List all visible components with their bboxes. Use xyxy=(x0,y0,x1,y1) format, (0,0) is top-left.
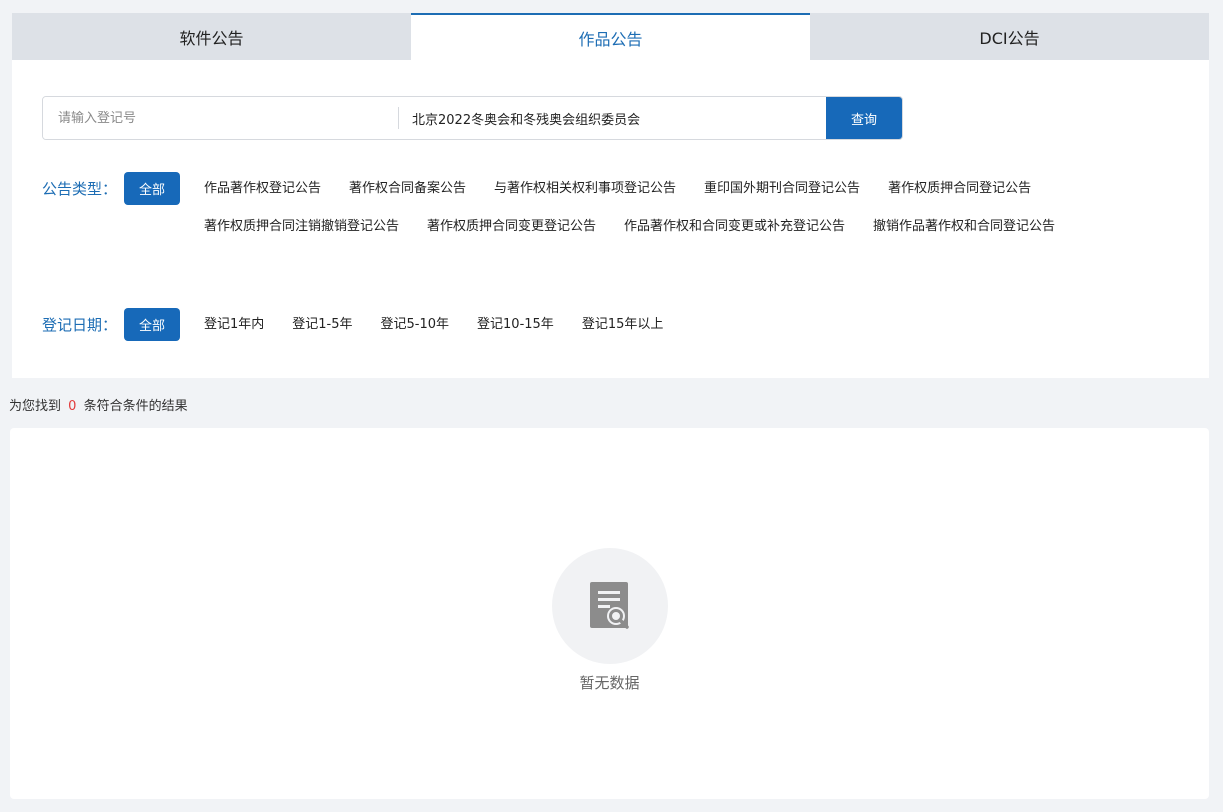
date-option-5-10y[interactable]: 登记5-10年 xyxy=(367,308,464,342)
date-option-1y[interactable]: 登记1年内 xyxy=(190,308,278,342)
search-button[interactable]: 查询 xyxy=(826,97,902,139)
announcement-type-options: 作品著作权登记公告 著作权合同备案公告 与著作权相关权利事项登记公告 重印国外期… xyxy=(190,172,1090,248)
result-prefix: 为您找到 xyxy=(9,399,62,414)
type-option-revocation[interactable]: 撤销作品著作权和合同登记公告 xyxy=(859,210,1069,244)
registration-date-filter: 登记日期： 全部 登记1年内 登记1-5年 登记5-10年 登记10-15年 登… xyxy=(42,308,1090,346)
registration-date-options: 登记1年内 登记1-5年 登记5-10年 登记10-15年 登记15年以上 xyxy=(190,308,1090,346)
date-option-10-15y[interactable]: 登记10-15年 xyxy=(463,308,568,342)
document-search-icon xyxy=(590,582,629,629)
type-option-pledge-contract[interactable]: 著作权质押合同登记公告 xyxy=(874,172,1045,206)
results-panel: 暂无数据 xyxy=(10,428,1209,799)
tab-works[interactable]: 作品公告 xyxy=(411,13,810,60)
type-option-foreign-periodicals[interactable]: 重印国外期刊合同登记公告 xyxy=(690,172,874,206)
announcement-type-filter: 公告类型： 全部 作品著作权登记公告 著作权合同备案公告 与著作权相关权利事项登… xyxy=(42,172,1090,248)
registration-date-label: 登记日期： xyxy=(42,316,118,334)
type-option-works-change[interactable]: 作品著作权和合同变更或补充登记公告 xyxy=(610,210,859,244)
registration-date-all-button[interactable]: 全部 xyxy=(124,308,180,341)
empty-state-text: 暂无数据 xyxy=(579,674,640,692)
owner-name-input[interactable] xyxy=(399,97,826,139)
type-option-works-copyright[interactable]: 作品著作权登记公告 xyxy=(190,172,335,206)
result-count: 0 xyxy=(68,399,77,414)
announcement-tabs: 软件公告 作品公告 DCI公告 xyxy=(12,13,1209,60)
type-option-pledge-cancellation[interactable]: 著作权质押合同注销撤销登记公告 xyxy=(190,210,413,244)
result-summary: 为您找到 0 条符合条件的结果 xyxy=(9,395,188,414)
date-option-1-5y[interactable]: 登记1-5年 xyxy=(278,308,366,342)
announcement-type-label: 公告类型： xyxy=(42,180,118,198)
tab-software[interactable]: 软件公告 xyxy=(12,13,411,60)
type-option-related-rights[interactable]: 与著作权相关权利事项登记公告 xyxy=(480,172,690,206)
result-suffix: 条符合条件的结果 xyxy=(83,399,188,414)
empty-state-circle xyxy=(552,548,668,664)
announcement-type-all-button[interactable]: 全部 xyxy=(124,172,180,205)
tab-dci[interactable]: DCI公告 xyxy=(810,13,1209,60)
date-option-15y-plus[interactable]: 登记15年以上 xyxy=(568,308,678,342)
filter-panel: 查询 公告类型： 全部 作品著作权登记公告 著作权合同备案公告 与著作权相关权利… xyxy=(12,60,1209,378)
type-option-pledge-change[interactable]: 著作权质押合同变更登记公告 xyxy=(413,210,610,244)
type-option-contract-filing[interactable]: 著作权合同备案公告 xyxy=(335,172,480,206)
search-bar: 查询 xyxy=(42,96,903,140)
registration-number-input[interactable] xyxy=(43,97,398,139)
